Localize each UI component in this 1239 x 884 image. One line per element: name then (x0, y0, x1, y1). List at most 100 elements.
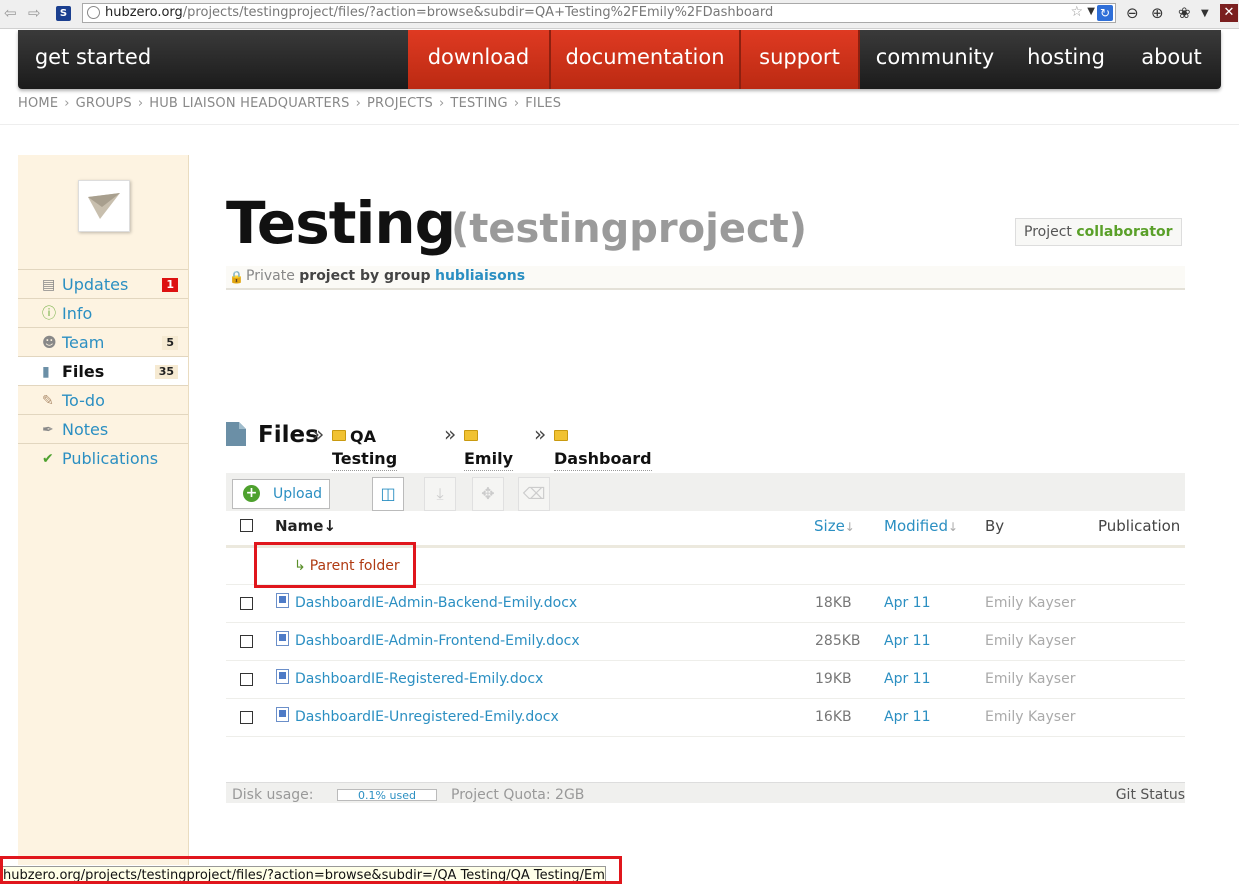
sidebar-item-files[interactable]: ▮ Files 35 (18, 357, 188, 386)
info-icon: ⓘ (42, 306, 56, 322)
sidebar-item-publications[interactable]: ✔ Publications (18, 444, 188, 472)
sort-icon: ↓ (948, 520, 959, 534)
sidebar-item-todo[interactable]: ✎ To-do (18, 386, 188, 415)
nav-support[interactable]: support (741, 30, 860, 89)
project-alias: (testingproject) (451, 206, 808, 252)
row-checkbox[interactable] (240, 635, 253, 648)
sidebar-item-team[interactable]: ☻ Team 5 (18, 328, 188, 357)
row-checkbox[interactable] (240, 597, 253, 610)
sidebar-item-label: To-do (62, 391, 105, 410)
check-icon: ✔ (42, 451, 54, 467)
group-link[interactable]: hubliaisons (435, 268, 525, 284)
files-title[interactable]: Files (258, 420, 319, 450)
file-size: 18KB (815, 595, 852, 611)
globe-icon (87, 6, 100, 19)
sidebar-item-updates[interactable]: ▤ Updates 1 (18, 269, 188, 299)
upload-button[interactable]: + Upload (232, 479, 330, 509)
path-folder-dashboard[interactable]: Dashboard (554, 426, 652, 471)
file-modified[interactable]: Apr 11 (884, 585, 930, 622)
project-thumbnail[interactable] (78, 180, 130, 232)
sidebar-item-label: Updates (62, 275, 129, 294)
file-modified[interactable]: Apr 11 (884, 623, 930, 660)
sidebar-item-notes[interactable]: ✒ Notes (18, 415, 188, 444)
git-status-link[interactable]: Git Status (1116, 783, 1185, 807)
trash-icon: ⌫ (522, 484, 546, 503)
file-name-link[interactable]: DashboardIE-Admin-Frontend-Emily.docx (295, 623, 580, 660)
sidebar-item-label: Publications (62, 449, 159, 468)
path-folder-label: Dashboard (554, 449, 652, 468)
close-icon[interactable]: ✕ (1220, 4, 1238, 22)
breadcrumb: HOME › GROUPS › HUB LIAISON HEADQUARTERS › PRO… (18, 96, 561, 111)
sidebar-item-label: Files (62, 362, 105, 381)
folder-icon (332, 430, 346, 441)
column-publication-header: Publication (1098, 517, 1181, 535)
chevron-right-icon: › (439, 96, 445, 111)
breadcrumb-groups[interactable]: GROUPS (76, 96, 132, 111)
back-icon[interactable]: ⇦ (4, 4, 17, 22)
disk-usage-label: Disk usage: (232, 787, 314, 803)
nav-download[interactable]: download (408, 30, 551, 89)
file-modified[interactable]: Apr 11 (884, 661, 930, 698)
nav-get-started[interactable]: get started (18, 30, 168, 89)
row-checkbox[interactable] (240, 711, 253, 724)
column-size-header[interactable]: Size↓ (814, 511, 855, 542)
folder-icon (464, 430, 478, 441)
select-all-checkbox[interactable] (240, 519, 253, 532)
nav-community[interactable]: community (860, 30, 1010, 89)
quill-icon: ✒ (42, 422, 54, 438)
nav-documentation[interactable]: documentation (551, 30, 741, 89)
file-name-link[interactable]: DashboardIE-Unregistered-Emily.docx (295, 699, 559, 736)
path-folder-qa-testing[interactable]: QA Testing (332, 426, 398, 471)
docx-icon (276, 669, 289, 684)
bug-icon[interactable]: ❀ (1178, 4, 1191, 22)
url-bar[interactable]: hubzero.org/projects/testingproject/file… (82, 3, 1116, 23)
project-role-badge: Project collaborator (1015, 218, 1182, 246)
bookmark-star-icon[interactable]: ☆ (1070, 4, 1083, 21)
file-name-link[interactable]: DashboardIE-Admin-Backend-Emily.docx (295, 585, 577, 622)
menu-dropdown-icon[interactable]: ▼ (1201, 8, 1209, 19)
zoom-in-icon[interactable]: ⊕ (1151, 4, 1164, 22)
row-checkbox[interactable] (240, 673, 253, 686)
updates-icon: ▤ (42, 277, 56, 293)
forward-icon[interactable]: ⇨ (28, 4, 41, 22)
disk-usage-meter: 0.1% used (337, 789, 437, 802)
new-folder-button[interactable]: ◫ (372, 477, 404, 511)
nav-hosting[interactable]: hosting (1010, 30, 1122, 89)
column-name-header[interactable]: Name↓ (275, 511, 336, 541)
updates-count-badge: 1 (162, 278, 178, 292)
breadcrumb-home[interactable]: HOME (18, 96, 58, 111)
file-icon: ▮ (42, 364, 50, 380)
privacy-status: Private (246, 268, 295, 284)
file-name-link[interactable]: DashboardIE-Registered-Emily.docx (295, 661, 543, 698)
breadcrumb-group[interactable]: HUB LIAISON HEADQUARTERS (149, 96, 349, 111)
url-host: hubzero.org (105, 5, 183, 20)
reload-icon[interactable]: ↻ (1097, 5, 1113, 21)
file-icon (226, 422, 246, 446)
delete-button[interactable]: ⌫ (518, 477, 550, 511)
path-folder-emily[interactable]: Emily (464, 426, 513, 471)
path-separator-icon: » (444, 422, 457, 446)
nav-about[interactable]: about (1122, 30, 1221, 89)
url-dropdown-icon[interactable]: ▼ (1087, 4, 1095, 21)
plus-icon: + (243, 485, 260, 502)
column-modified-header[interactable]: Modified↓ (884, 511, 958, 542)
sidebar-item-info[interactable]: ⓘ Info (18, 299, 188, 328)
breadcrumb-project[interactable]: TESTING (450, 96, 507, 111)
column-label: Name (275, 517, 324, 535)
move-button[interactable]: ✥ (472, 477, 504, 511)
breadcrumb-files: FILES (525, 96, 562, 111)
sidebar-item-label: Info (62, 304, 93, 323)
table-row: DashboardIE-Admin-Frontend-Emily.docx 28… (226, 623, 1185, 661)
team-icon: ☻ (42, 335, 57, 351)
file-modified[interactable]: Apr 11 (884, 699, 930, 736)
zoom-out-icon[interactable]: ⊖ (1126, 4, 1139, 22)
site-navigation: get started download documentation suppo… (18, 30, 1221, 89)
docx-icon (276, 631, 289, 646)
breadcrumb-projects[interactable]: PROJECTS (367, 96, 433, 111)
upload-label: Upload (273, 486, 323, 502)
project-quota: Project Quota: 2GB (451, 787, 585, 803)
todo-icon: ✎ (42, 393, 54, 409)
chevron-right-icon: › (355, 96, 361, 111)
download-button[interactable]: ⤓ (424, 477, 456, 511)
disk-usage-bar: Disk usage: 0.1% used Project Quota: 2GB… (226, 782, 1185, 803)
